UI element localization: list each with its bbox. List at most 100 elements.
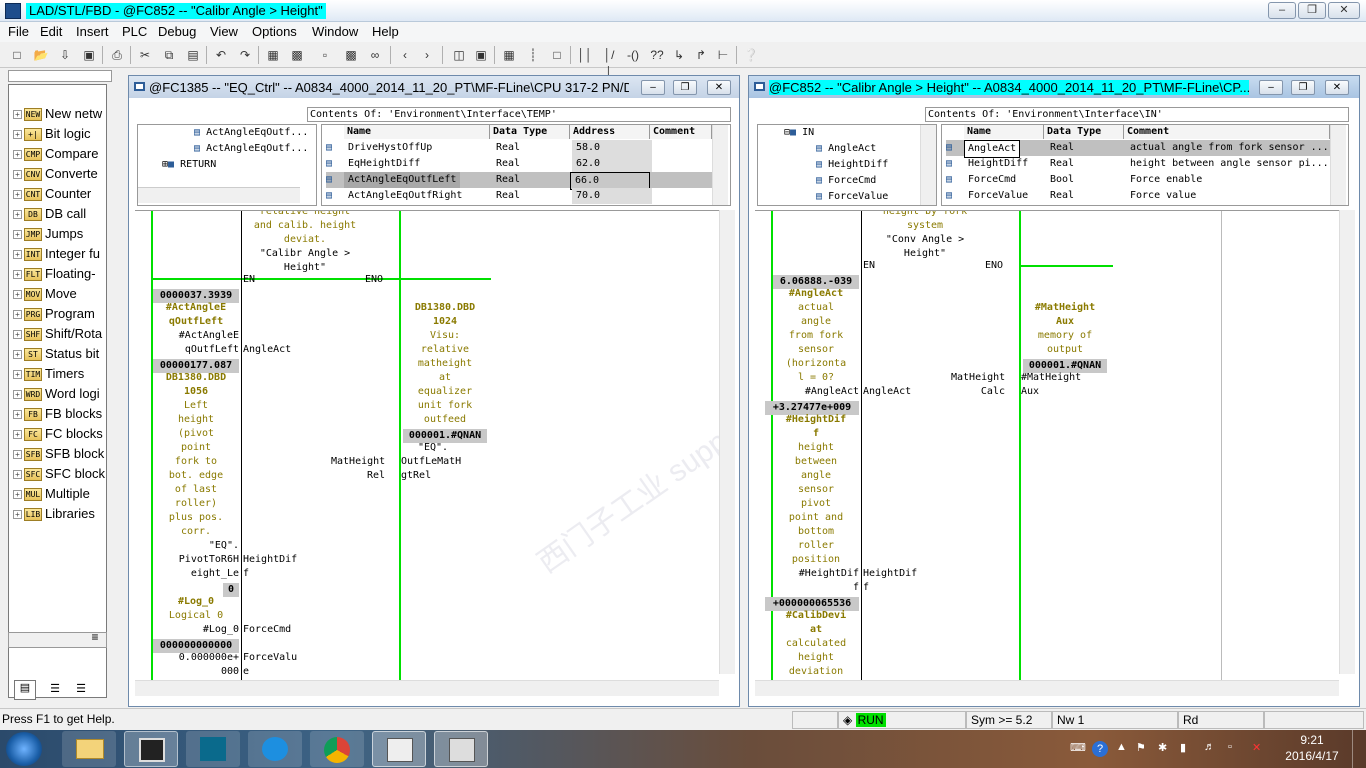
expand-icon[interactable]: + bbox=[13, 370, 22, 380]
menu-options[interactable]: Options bbox=[252, 24, 297, 39]
table-row[interactable]: ▤ HeightDiff Real height between angle sens… bbox=[946, 156, 1330, 172]
expand-icon[interactable]: + bbox=[13, 110, 22, 120]
window-minimize-button[interactable]: – bbox=[1259, 80, 1283, 95]
tree-item-11[interactable]: + SHF Shift/Rota bbox=[13, 325, 102, 343]
table-vscroll[interactable] bbox=[712, 125, 728, 205]
panel-pin-icon[interactable]: ≡ bbox=[84, 630, 106, 650]
expand-icon[interactable]: + bbox=[13, 510, 22, 520]
tree-item-19[interactable]: + MUL Multiple bbox=[13, 485, 90, 503]
window-restore-button[interactable]: ❐ bbox=[673, 80, 697, 95]
tab-call-structure[interactable]: ☰ bbox=[44, 682, 66, 700]
nc-contact-icon[interactable]: │/│ bbox=[600, 46, 618, 80]
network-icon[interactable]: ▩ bbox=[342, 46, 360, 64]
tree-item-17[interactable]: + SFB SFB block bbox=[13, 445, 104, 463]
compile-icon[interactable]: ▦ bbox=[264, 46, 282, 64]
taskbar-ladder-editor[interactable] bbox=[372, 731, 426, 767]
menu-view[interactable]: View bbox=[210, 24, 238, 39]
window-close-button[interactable]: ✕ bbox=[1325, 80, 1349, 95]
tree-item-3[interactable]: + CNV Converte bbox=[13, 165, 98, 183]
expand-icon[interactable]: + bbox=[13, 190, 22, 200]
tree-item-4[interactable]: + CNT Counter bbox=[13, 185, 91, 203]
expand-icon[interactable]: + bbox=[13, 230, 22, 240]
tab-list[interactable]: ☰ bbox=[70, 682, 92, 700]
col-name[interactable]: Name bbox=[964, 125, 1044, 139]
expand-icon[interactable]: + bbox=[13, 390, 22, 400]
expand-icon[interactable]: + bbox=[13, 170, 22, 180]
table-row[interactable]: ▤ ForceCmd Bool Force enable bbox=[946, 172, 1330, 188]
details-icon[interactable]: ▣ bbox=[472, 46, 490, 64]
connection-icon[interactable]: ⊢ bbox=[714, 46, 732, 64]
tree-item[interactable]: ActAngleEqOutf... bbox=[206, 127, 308, 138]
code-hscroll[interactable] bbox=[135, 680, 719, 696]
taskbar-tia[interactable] bbox=[186, 731, 240, 767]
close-branch-icon[interactable]: ↱ bbox=[692, 46, 710, 64]
menu-file[interactable]: File bbox=[8, 24, 29, 39]
help-tray-icon[interactable]: ? bbox=[1092, 741, 1108, 757]
copy-icon[interactable]: ⧉ bbox=[160, 46, 178, 64]
expand-icon[interactable]: + bbox=[13, 450, 22, 460]
col-comment[interactable]: Comment bbox=[1124, 125, 1330, 139]
bluetooth-icon[interactable]: ✱ bbox=[1158, 741, 1167, 754]
empty-box-icon[interactable]: ?? bbox=[648, 46, 666, 64]
tree-item[interactable]: AngleAct bbox=[828, 143, 876, 154]
col-comment[interactable]: Comment bbox=[650, 125, 712, 139]
expand-icon[interactable]: + bbox=[13, 430, 22, 440]
close-button[interactable]: ✕ bbox=[1328, 2, 1360, 19]
window-close-button[interactable]: ✕ bbox=[707, 80, 731, 95]
tree-item-6[interactable]: + JMP Jumps bbox=[13, 225, 83, 243]
tree-item-14[interactable]: + WRD Word logi bbox=[13, 385, 100, 403]
expand-icon[interactable]: + bbox=[13, 470, 22, 480]
menu-edit[interactable]: Edit bbox=[40, 24, 62, 39]
open-branch-icon[interactable]: ↳ bbox=[670, 46, 688, 64]
taskbar-netpro[interactable] bbox=[434, 731, 488, 767]
paste-icon[interactable]: ▤ bbox=[184, 46, 202, 64]
new-icon[interactable]: □ bbox=[8, 46, 26, 64]
expand-icon[interactable]: + bbox=[13, 290, 22, 300]
undo-icon[interactable]: ↶ bbox=[212, 46, 230, 64]
show-hidden-icon[interactable]: ▲ bbox=[1116, 741, 1127, 753]
tree-item-return[interactable]: RETURN bbox=[180, 159, 216, 170]
tree-item-8[interactable]: + FLT Floating- bbox=[13, 265, 96, 283]
tree-item-9[interactable]: + MOV Move bbox=[13, 285, 77, 303]
table-vscroll[interactable] bbox=[1330, 125, 1346, 205]
menu-window[interactable]: Window bbox=[312, 24, 358, 39]
tree-item-in[interactable]: IN bbox=[802, 127, 814, 138]
expand-icon[interactable]: + bbox=[13, 250, 22, 260]
tree-item[interactable]: ForceValue bbox=[828, 191, 888, 202]
tab-program-elements[interactable]: ▤ bbox=[14, 680, 36, 700]
taskbar-chrome[interactable] bbox=[310, 731, 364, 767]
menu-debug[interactable]: Debug bbox=[158, 24, 196, 39]
tree-item-12[interactable]: + ST Status bit bbox=[13, 345, 99, 363]
clock[interactable]: 9:21 2016/4/17 bbox=[1282, 732, 1342, 764]
taskbar-simatic[interactable] bbox=[124, 731, 178, 767]
tree-item[interactable]: HeightDiff bbox=[828, 159, 888, 170]
monitor-icon[interactable]: ▩ bbox=[288, 46, 306, 64]
tree-item-0[interactable]: + NEW New netw bbox=[13, 105, 102, 123]
tree-item[interactable]: ActAngleEqOutf... bbox=[206, 143, 308, 154]
box-icon[interactable]: □ bbox=[548, 46, 566, 64]
battery-icon[interactable]: ▮ bbox=[1180, 741, 1186, 754]
volume-icon[interactable]: ♬ bbox=[1204, 741, 1215, 753]
tree-item-20[interactable]: + LIB Libraries bbox=[13, 505, 95, 523]
branch-icon[interactable]: ┊ bbox=[524, 46, 542, 64]
expand-icon[interactable]: + bbox=[13, 210, 22, 220]
expand-icon[interactable]: + bbox=[13, 490, 22, 500]
expand-icon[interactable]: + bbox=[13, 130, 22, 140]
window-restore-button[interactable]: ❐ bbox=[1291, 80, 1315, 95]
glasses-icon[interactable]: ∞ bbox=[366, 46, 384, 64]
col-name[interactable]: Name bbox=[344, 125, 490, 139]
col-datatype[interactable]: Data Type bbox=[490, 125, 570, 139]
tree-item-18[interactable]: + SFC SFC block bbox=[13, 465, 105, 483]
insert-network-icon[interactable]: ▦ bbox=[500, 46, 518, 64]
code-vscroll[interactable] bbox=[1339, 210, 1355, 674]
open-icon[interactable]: 📂 bbox=[32, 46, 50, 64]
taskbar-explorer[interactable] bbox=[62, 731, 116, 767]
table-row[interactable]: ▤ ActAngleEqOutfRight Real 70.0 bbox=[326, 188, 712, 204]
expand-icon[interactable]: + bbox=[13, 150, 22, 160]
coil-icon[interactable]: -() bbox=[624, 46, 642, 64]
menu-help[interactable]: Help bbox=[372, 24, 399, 39]
tree-item-13[interactable]: + TIM Timers bbox=[13, 365, 84, 383]
tree-item-5[interactable]: + DB DB call bbox=[13, 205, 86, 223]
expand-icon[interactable]: + bbox=[13, 330, 22, 340]
no-contact-icon[interactable]: ││ bbox=[576, 46, 594, 64]
